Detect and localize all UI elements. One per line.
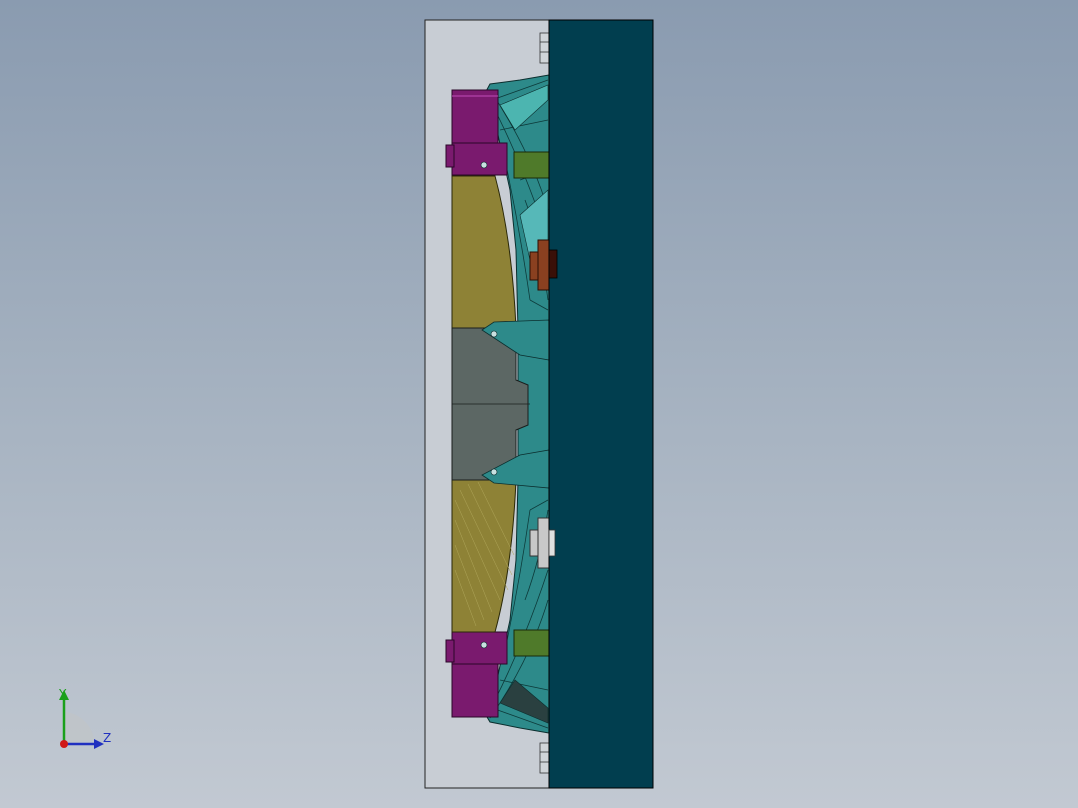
- purple-block-bottom[interactable]: [445, 631, 508, 718]
- plate-tab-gray: [548, 529, 556, 557]
- z-axis-label: Z: [103, 731, 112, 745]
- cad-viewport[interactable]: Y Z: [0, 0, 1078, 808]
- bottom-brackets: [539, 742, 550, 774]
- plate-tab-rust: [548, 249, 558, 279]
- purple-block-top[interactable]: [445, 89, 508, 176]
- green-block-top[interactable]: [513, 151, 550, 179]
- die-model-side-view[interactable]: [0, 0, 1078, 808]
- green-block-bottom[interactable]: [513, 629, 550, 657]
- top-brackets: [539, 32, 550, 64]
- y-axis-label: Y: [59, 687, 67, 701]
- dark-plate[interactable]: [548, 19, 654, 789]
